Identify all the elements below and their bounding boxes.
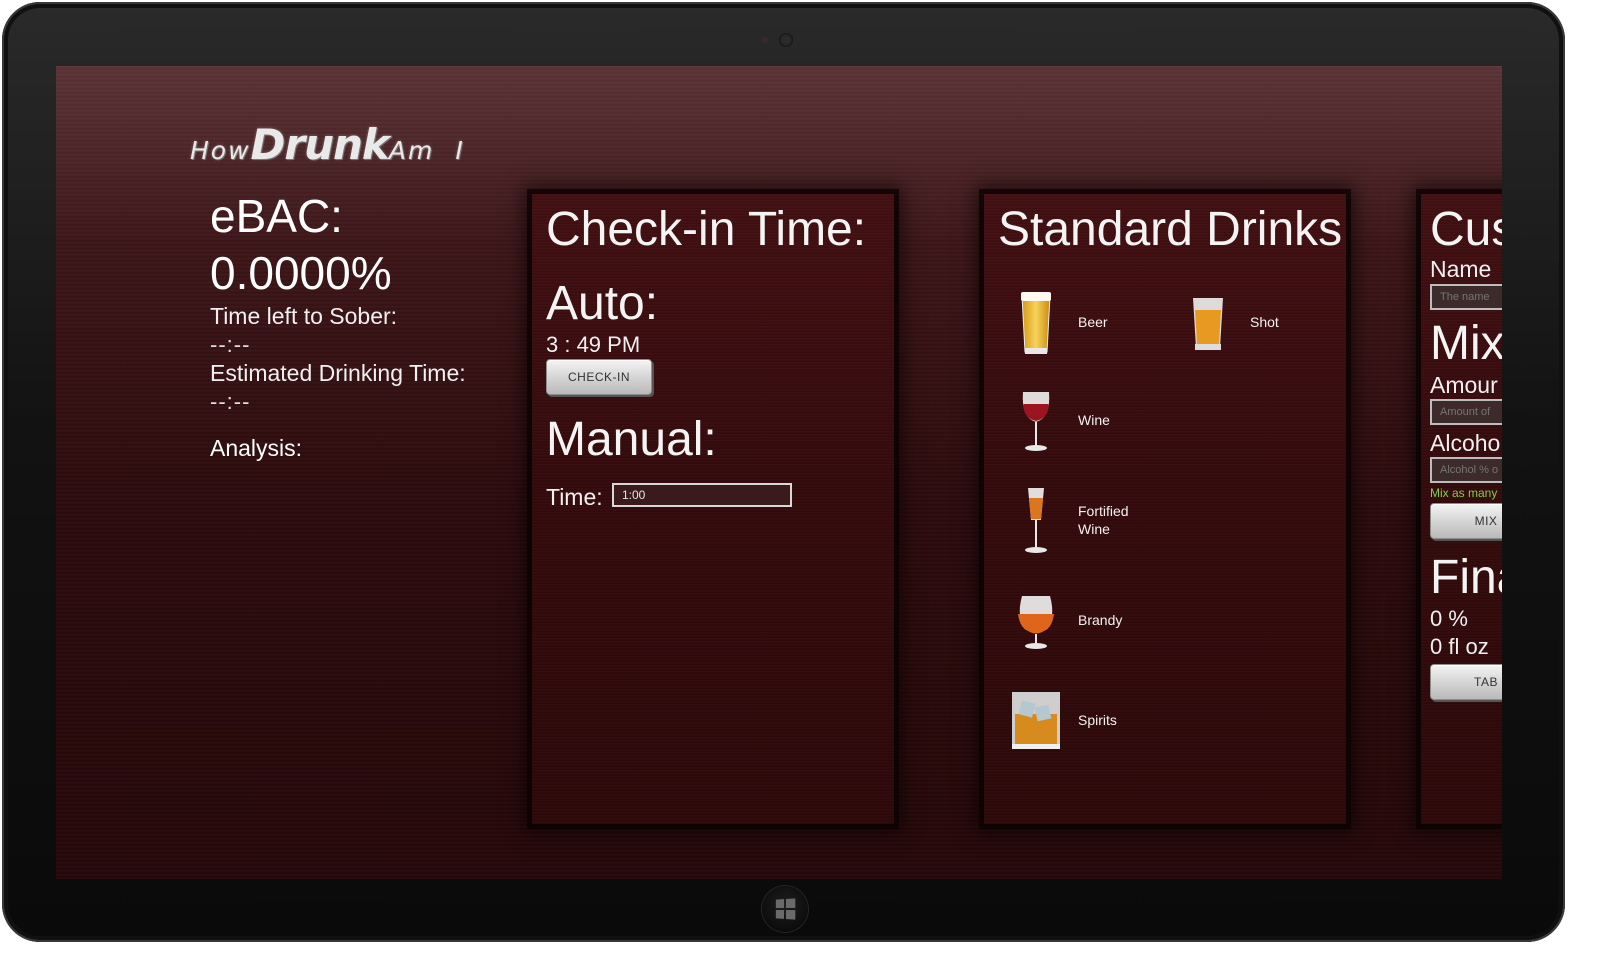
time-to-sober-value: --:--: [210, 332, 251, 357]
ebac-label: eBAC:: [210, 190, 343, 242]
tab-button[interactable]: TAB: [1430, 664, 1502, 700]
drink-label-fortified-wine: Fortified Wine: [1078, 502, 1129, 538]
windows-logo-icon: [775, 898, 796, 920]
drink-item-spirits[interactable]: Spirits: [1008, 684, 1117, 756]
beer-glass-icon: [1021, 292, 1051, 354]
drinking-time-value: --:--: [210, 389, 251, 414]
app-logo: HowDrunkAm I: [190, 120, 465, 169]
brandy-snifter-icon: [1018, 596, 1054, 649]
analysis-label: Analysis:: [210, 435, 303, 461]
checkin-panel: Check-in Time: Auto: 3 : 49 PM CHECK-IN …: [532, 194, 894, 824]
drink-label-brandy: Brandy: [1078, 612, 1123, 628]
amount-input[interactable]: [1430, 399, 1502, 425]
drink-name-input[interactable]: [1430, 284, 1502, 310]
checkin-button[interactable]: CHECK-IN: [546, 359, 652, 395]
drink-label-wine: Wine: [1078, 412, 1110, 428]
drink-item-shot[interactable]: Shot: [1180, 286, 1279, 358]
app-screen: HowDrunkAm I eBAC: 0.0000% Time left to …: [56, 66, 1502, 879]
camera-icon: [779, 33, 793, 47]
drink-label-shot: Shot: [1250, 314, 1279, 330]
standard-drinks-panel: Standard Drinks Beer Shot Wine Fortified…: [984, 194, 1346, 824]
drink-label-fortified-wine-line2: Wine: [1078, 521, 1110, 537]
custom-title: Cus: [1430, 203, 1502, 256]
logo-text-drunk: Drunk: [250, 120, 390, 169]
fortified-wine-glass-icon: [1025, 488, 1047, 553]
drink-item-fortified-wine[interactable]: Fortified Wine: [1008, 484, 1129, 556]
drinking-time-label: Estimated Drinking Time:: [210, 360, 466, 386]
alcohol-label: Alcoho: [1430, 430, 1501, 456]
drink-label-beer: Beer: [1078, 314, 1108, 330]
alcohol-percent-input[interactable]: [1430, 457, 1502, 483]
light-sensor: [762, 37, 768, 43]
drink-label-fortified: Fortified: [1078, 503, 1129, 519]
mix-button[interactable]: MIX: [1430, 503, 1502, 539]
drink-item-beer[interactable]: Beer: [1008, 286, 1108, 358]
drink-label-spirits: Spirits: [1078, 712, 1117, 728]
manual-label: Manual:: [546, 413, 717, 466]
ebac-value: 0.0000%: [210, 247, 392, 299]
drink-item-wine[interactable]: Wine: [1008, 384, 1110, 456]
standard-drinks-title: Standard Drinks: [998, 203, 1343, 256]
logo-text-how: How: [190, 136, 251, 165]
time-to-sober-label: Time left to Sober:: [210, 303, 398, 329]
shot-glass-icon: [1193, 298, 1223, 350]
windows-home-button[interactable]: [762, 886, 808, 932]
custom-drink-panel: Cus Name Mix Amour Alcoho Mix as many MI…: [1421, 194, 1502, 824]
final-percent: 0 %: [1430, 606, 1468, 631]
mix-hint: Mix as many: [1430, 486, 1498, 500]
name-label: Name: [1430, 256, 1492, 282]
drink-item-brandy[interactable]: Brandy: [1008, 584, 1122, 656]
checkin-title: Check-in Time:: [546, 203, 867, 256]
status-section: eBAC: 0.0000% Time left to Sober: --:-- …: [210, 188, 466, 463]
spirits-glass-icon: [1012, 692, 1060, 749]
logo-text-am: Am: [388, 136, 435, 165]
final-volume: 0 fl oz: [1430, 634, 1489, 659]
final-heading: Fina: [1430, 551, 1502, 604]
wine-glass-icon: [1022, 392, 1050, 451]
auto-label: Auto:: [546, 277, 659, 330]
manual-time-input[interactable]: [612, 483, 792, 507]
amount-label: Amour: [1430, 372, 1498, 398]
mix-heading: Mix: [1430, 317, 1502, 370]
auto-time: 3 : 49 PM: [546, 332, 641, 357]
time-label: Time:: [546, 484, 603, 510]
logo-text-i: I: [455, 136, 465, 165]
